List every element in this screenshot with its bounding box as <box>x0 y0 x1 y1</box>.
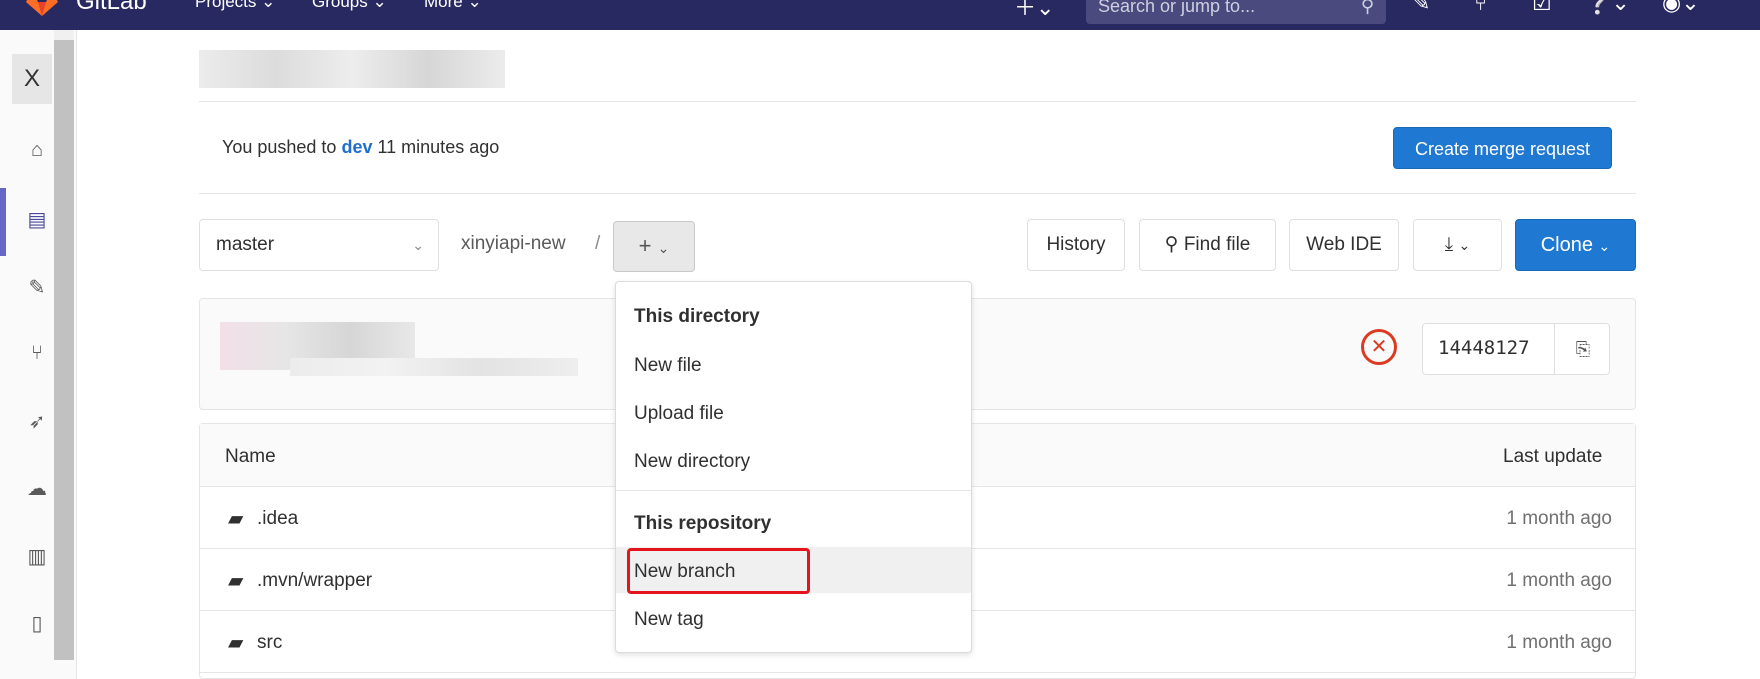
dropdown-header-directory: This directory <box>634 306 760 327</box>
folder-icon: ▰ <box>228 632 244 654</box>
search-icon: ⚲ <box>1164 234 1179 255</box>
download-icon: ⤓ <box>1444 234 1454 255</box>
issues-nav-icon[interactable]: ✎ <box>1412 0 1430 16</box>
row-last-update: 1 month ago <box>1506 570 1612 591</box>
header-divider <box>199 101 1636 102</box>
branch-value: master <box>216 234 275 255</box>
row-divider <box>200 672 1635 673</box>
gitlab-logo[interactable] <box>22 0 62 20</box>
notice-divider <box>199 193 1636 194</box>
top-navbar: GitLab Projects ⌄ Groups ⌄ More ⌄ ＋⌄ Sea… <box>0 0 1760 30</box>
table-row[interactable]: src <box>257 632 282 654</box>
find-file-button[interactable]: ⚲ Find file <box>1139 219 1276 271</box>
add-to-tree-button[interactable]: + ⌄ <box>613 221 695 272</box>
merge-request-icon[interactable]: ⑂ <box>22 342 52 372</box>
nav-more[interactable]: More ⌄ <box>424 0 482 12</box>
search-input[interactable]: Search or jump to... ⚲ <box>1086 0 1386 24</box>
help-icon[interactable]: ❔⌄ <box>1584 0 1630 16</box>
rocket-icon[interactable]: ➶ <box>22 409 52 439</box>
project-title-redacted <box>199 50 505 88</box>
pipeline-failed-icon[interactable]: ✕ <box>1361 329 1397 365</box>
active-indicator <box>0 188 6 256</box>
book-icon[interactable]: ▯ <box>22 611 52 641</box>
folder-icon: ▰ <box>228 570 244 592</box>
pushed-branch-link[interactable]: dev <box>341 137 372 157</box>
annotation-highlight-box <box>627 548 810 594</box>
clone-button[interactable]: Clone ⌄ <box>1515 219 1636 271</box>
chart-icon[interactable]: ▥ <box>22 544 52 574</box>
search-placeholder: Search or jump to... <box>1098 0 1256 16</box>
folder-icon: ▰ <box>228 508 244 530</box>
column-header-name: Name <box>225 446 276 467</box>
table-row[interactable]: .idea <box>257 508 298 530</box>
upload-file-menu-item[interactable]: Upload file <box>634 403 724 425</box>
chevron-down-icon: ⌄ <box>1598 238 1611 254</box>
commit-meta-redacted <box>290 358 578 376</box>
chevron-down-icon: ⌄ <box>412 237 424 253</box>
download-button[interactable]: ⤓ ⌄ <box>1413 219 1502 271</box>
home-icon[interactable]: ⌂ <box>22 139 52 169</box>
branch-select[interactable]: master ⌄ <box>199 219 439 271</box>
plus-icon: + <box>638 233 652 258</box>
brand-name[interactable]: GitLab <box>76 0 147 16</box>
clipboard-icon: ⎘ <box>1575 339 1591 359</box>
create-merge-request-button[interactable]: Create merge request <box>1393 127 1612 169</box>
new-directory-menu-item[interactable]: New directory <box>634 451 750 473</box>
chevron-down-icon: ⌄ <box>1458 237 1471 253</box>
file-icon[interactable]: ▤ <box>22 207 52 237</box>
copy-sha-button[interactable]: ⎘ <box>1554 324 1611 374</box>
scrollbar-arrow[interactable] <box>54 30 74 40</box>
push-notice: You pushed to dev 11 minutes ago <box>222 137 500 157</box>
column-header-last-update: Last update <box>1503 446 1603 467</box>
row-last-update: 1 month ago <box>1506 508 1612 529</box>
cloud-icon[interactable]: ☁ <box>22 476 52 506</box>
history-button[interactable]: History <box>1027 219 1125 271</box>
breadcrumb-project[interactable]: xinyiapi-new <box>461 233 566 255</box>
new-file-menu-item[interactable]: New file <box>634 355 702 377</box>
nav-projects[interactable]: Projects ⌄ <box>195 0 275 12</box>
search-icon: ⚲ <box>1360 0 1374 16</box>
web-ide-button[interactable]: Web IDE <box>1289 219 1399 271</box>
new-tag-menu-item[interactable]: New tag <box>634 609 704 631</box>
merge-requests-nav-icon[interactable]: ⑂ <box>1474 0 1487 16</box>
close-sidebar-button[interactable]: X <box>12 54 52 104</box>
nav-groups[interactable]: Groups ⌄ <box>312 0 387 12</box>
todos-nav-icon[interactable]: ☑ <box>1532 0 1552 16</box>
commit-sha[interactable]: 14448127 <box>1438 337 1530 359</box>
breadcrumb-separator: / <box>595 233 601 254</box>
issues-icon[interactable]: ✎ <box>22 275 52 305</box>
avatar[interactable]: ◉⌄ <box>1662 0 1700 16</box>
row-last-update: 1 month ago <box>1506 632 1612 653</box>
sidebar-scrollbar[interactable] <box>54 40 74 660</box>
table-row[interactable]: .mvn/wrapper <box>257 570 372 592</box>
dropdown-divider <box>616 490 971 491</box>
chevron-down-icon: ⌄ <box>657 240 670 256</box>
dropdown-header-repository: This repository <box>634 513 772 534</box>
new-dropdown-icon[interactable]: ＋⌄ <box>1014 0 1054 22</box>
